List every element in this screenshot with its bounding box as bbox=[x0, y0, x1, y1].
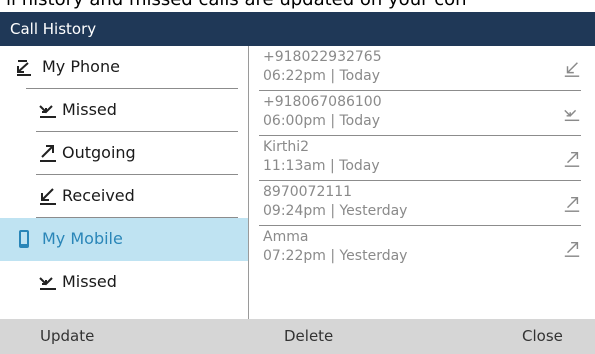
call-number: Amma bbox=[263, 229, 309, 245]
sidebar-item-label: Missed bbox=[62, 100, 117, 119]
missed-call-icon bbox=[564, 109, 580, 122]
sidebar-item-missed[interactable]: Missed bbox=[0, 89, 248, 132]
sidebar-item-label: Received bbox=[62, 186, 135, 205]
title-bar: Call History bbox=[0, 12, 595, 46]
call-number: Kirthi2 bbox=[263, 139, 309, 155]
phone-call-icon bbox=[17, 60, 31, 76]
sidebar-item-my-mobile[interactable]: My Mobile bbox=[0, 218, 248, 261]
call-list-item[interactable]: Kirthi2 11:13am | Today bbox=[249, 136, 595, 181]
call-list-item[interactable]: 8970072111 09:24pm | Yesterday bbox=[249, 181, 595, 226]
missed-call-icon bbox=[39, 105, 56, 118]
softkey-bar: Update Delete Close bbox=[0, 319, 595, 354]
call-number: +918067086100 bbox=[263, 94, 382, 110]
sidebar-item-label: Missed bbox=[62, 272, 117, 291]
sidebar-item-outgoing[interactable]: Outgoing bbox=[0, 132, 248, 175]
caption-text: ll history and missed calls are updated … bbox=[6, 0, 467, 10]
call-list-item[interactable]: +918022932765 06:22pm | Today bbox=[249, 46, 595, 91]
outgoing-call-icon bbox=[564, 196, 580, 212]
received-call-icon bbox=[564, 62, 580, 77]
call-time: 09:24pm | Yesterday bbox=[263, 203, 408, 219]
call-list: +918022932765 06:22pm | Today +918067086… bbox=[249, 46, 595, 319]
call-number: 8970072111 bbox=[263, 184, 353, 200]
outgoing-call-icon bbox=[40, 145, 56, 162]
call-history-sidebar: My Phone Missed Outgoing Received My Mob… bbox=[0, 46, 248, 319]
outgoing-call-icon bbox=[564, 151, 580, 167]
document-caption: ll history and missed calls are updated … bbox=[0, 0, 595, 12]
close-button[interactable]: Close bbox=[522, 327, 563, 345]
sidebar-item-label: My Mobile bbox=[42, 229, 123, 248]
update-button[interactable]: Update bbox=[40, 327, 94, 345]
sidebar-item-mobile-missed[interactable]: Missed bbox=[0, 261, 248, 304]
call-time: 06:22pm | Today bbox=[263, 68, 380, 84]
call-number: +918022932765 bbox=[263, 49, 382, 65]
call-time: 06:00pm | Today bbox=[263, 113, 380, 129]
outgoing-call-icon bbox=[564, 241, 580, 257]
delete-button[interactable]: Delete bbox=[284, 327, 333, 345]
sidebar-item-label: My Phone bbox=[42, 57, 120, 76]
sidebar-item-received[interactable]: Received bbox=[0, 175, 248, 218]
missed-call-icon bbox=[39, 277, 56, 290]
mobile-phone-icon bbox=[19, 230, 29, 248]
call-list-item[interactable]: +918067086100 06:00pm | Today bbox=[249, 91, 595, 136]
call-list-item[interactable]: Amma 07:22pm | Yesterday bbox=[249, 226, 595, 271]
received-call-icon bbox=[40, 188, 56, 205]
call-time: 07:22pm | Yesterday bbox=[263, 248, 408, 264]
sidebar-item-label: Outgoing bbox=[62, 143, 136, 162]
phone-screen: Call History My Phone Missed Outgoing Re… bbox=[0, 12, 595, 354]
call-time: 11:13am | Today bbox=[263, 158, 380, 174]
sidebar-item-my-phone[interactable]: My Phone bbox=[0, 46, 248, 89]
screen-title: Call History bbox=[10, 20, 97, 38]
